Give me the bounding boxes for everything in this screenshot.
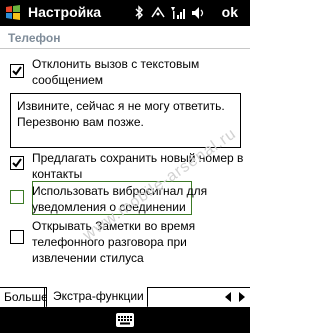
checkmark-icon — [12, 66, 22, 76]
speaker-icon[interactable] — [190, 4, 206, 22]
sms-message-field[interactable]: Извините, сейчас я не могу ответить. Пер… — [10, 93, 241, 148]
checkbox-reject-with-sms[interactable] — [10, 64, 24, 78]
tab-extra-functions[interactable]: Экстра-функции — [46, 287, 148, 308]
tab-scroll-left-icon[interactable] — [222, 290, 234, 304]
section-title: Телефон — [8, 31, 61, 45]
tab-strip: Больше Экстра-функции — [0, 287, 250, 308]
bluetooth-icon[interactable] — [134, 4, 144, 22]
option-label: Отклонить вызов с текстовым сообщением — [32, 57, 200, 87]
tab-scroll-right-icon[interactable] — [236, 290, 248, 304]
checkbox-vibrate-on-connect[interactable] — [10, 190, 24, 204]
section-divider — [0, 48, 250, 49]
checkmark-icon — [12, 158, 22, 168]
menu-bar — [0, 307, 250, 333]
checkbox-open-notes-on-stylus[interactable] — [10, 230, 24, 244]
ok-button[interactable]: ok — [222, 4, 238, 20]
title-bar: Настройка ok — [0, 0, 250, 26]
tab-more[interactable]: Больше — [0, 288, 48, 307]
window-title: Настройка — [28, 4, 102, 20]
keyboard-icon[interactable] — [116, 313, 134, 327]
windows-flag-icon[interactable] — [4, 4, 22, 22]
connectivity-icon[interactable] — [150, 4, 166, 22]
signal-icon[interactable] — [170, 4, 186, 22]
checkbox-offer-save-number[interactable] — [10, 156, 24, 170]
